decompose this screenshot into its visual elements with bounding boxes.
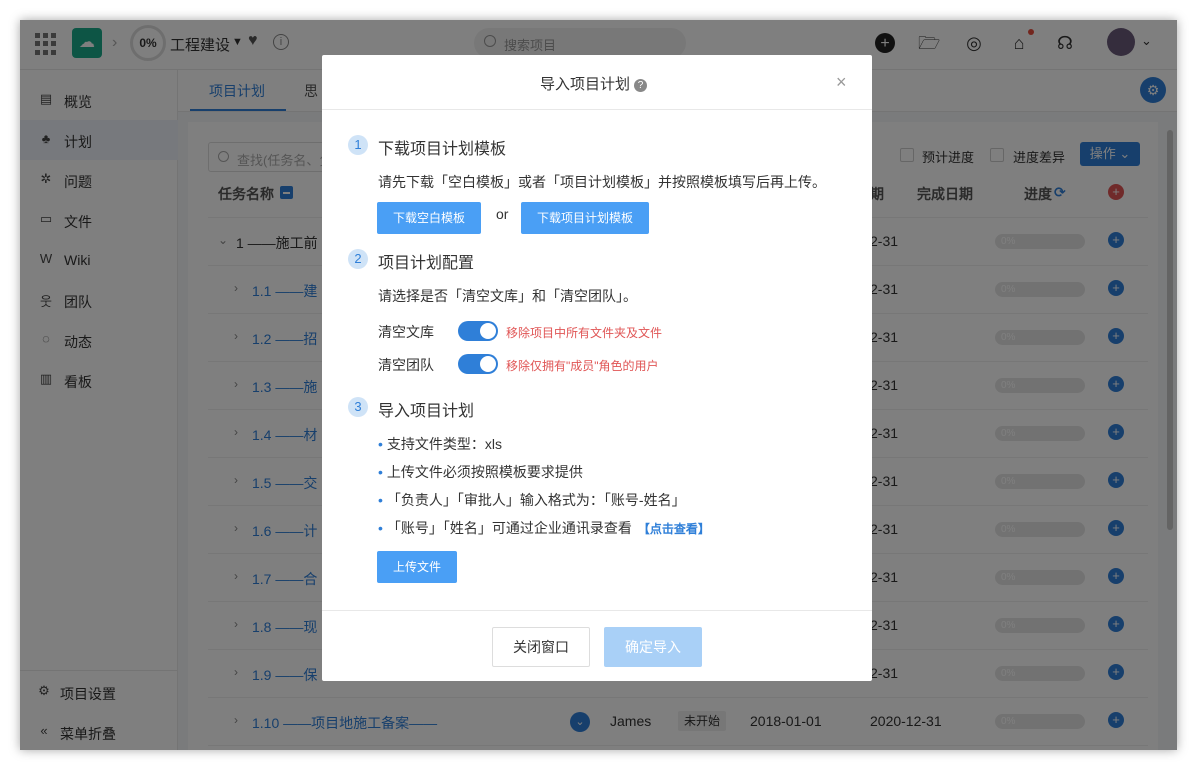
- download-plan-template-button[interactable]: 下载项目计划模板: [521, 202, 649, 234]
- step-1-title: 下载项目计划模板: [378, 141, 507, 158]
- download-blank-template-button[interactable]: 下载空白模板: [377, 202, 481, 234]
- help-icon[interactable]: ?: [634, 78, 648, 92]
- clear-library-hint: 移除项目中所有文件夹及文件: [506, 326, 663, 340]
- list-item: • 支持文件类型：xls: [378, 436, 503, 452]
- clear-library-toggle[interactable]: [458, 321, 498, 341]
- bullet-text: 「账号」「姓名」可通过企业通讯录查看: [386, 520, 632, 536]
- bullet-text: 支持文件类型：xls: [386, 436, 503, 452]
- dialog-header: 导入项目计划? ×: [322, 55, 872, 110]
- view-directory-link[interactable]: 【点击查看】: [638, 522, 710, 536]
- clear-team-hint: 移除仅拥有"成员"角色的用户: [506, 359, 659, 373]
- dialog-footer: 关闭窗口 确定导入: [322, 610, 872, 681]
- bullet-text: 上传文件必须按照模板要求提供: [386, 464, 583, 480]
- step-3-badge: 3: [348, 397, 368, 417]
- list-item: • 「负责人」「审批人」输入格式为：「账号-姓名」: [378, 492, 686, 508]
- bullet-text: 「负责人」「审批人」输入格式为：「账号-姓名」: [386, 492, 686, 508]
- clear-team-label: 清空团队: [378, 357, 434, 373]
- dialog-title-wrap: 导入项目计划?: [540, 73, 648, 94]
- close-icon[interactable]: ×: [836, 72, 847, 93]
- clear-library-label: 清空文库: [378, 324, 434, 340]
- app-window: ☁ › 0% 工程建设 ▼ ♥ i 搜索项目 + 🗁 ◎ ⌂ ☊ ⌄ ▤ 概览 …: [20, 20, 1177, 750]
- step-2-title: 项目计划配置: [378, 255, 475, 272]
- confirm-import-button[interactable]: 确定导入: [604, 627, 702, 667]
- step-1-description: 请先下载「空白模板」或者「项目计划模板」并按照模板填写后再上传。: [378, 174, 826, 190]
- upload-file-button[interactable]: 上传文件: [377, 551, 457, 583]
- close-window-button[interactable]: 关闭窗口: [492, 627, 590, 667]
- or-text: or: [496, 206, 509, 222]
- clear-team-toggle[interactable]: [458, 354, 498, 374]
- list-item: • 上传文件必须按照模板要求提供: [378, 464, 583, 480]
- import-plan-dialog: 导入项目计划? × 1 下载项目计划模板 请先下载「空白模板」或者「项目计划模板…: [322, 55, 872, 681]
- step-2-badge: 2: [348, 249, 368, 269]
- step-1-badge: 1: [348, 135, 368, 155]
- list-item: • 「账号」「姓名」可通过企业通讯录查看 【点击查看】: [378, 520, 710, 536]
- dialog-title: 导入项目计划: [540, 76, 631, 93]
- step-2-description: 请选择是否「清空文库」和「清空团队」。: [378, 288, 637, 304]
- step-3-title: 导入项目计划: [378, 403, 475, 420]
